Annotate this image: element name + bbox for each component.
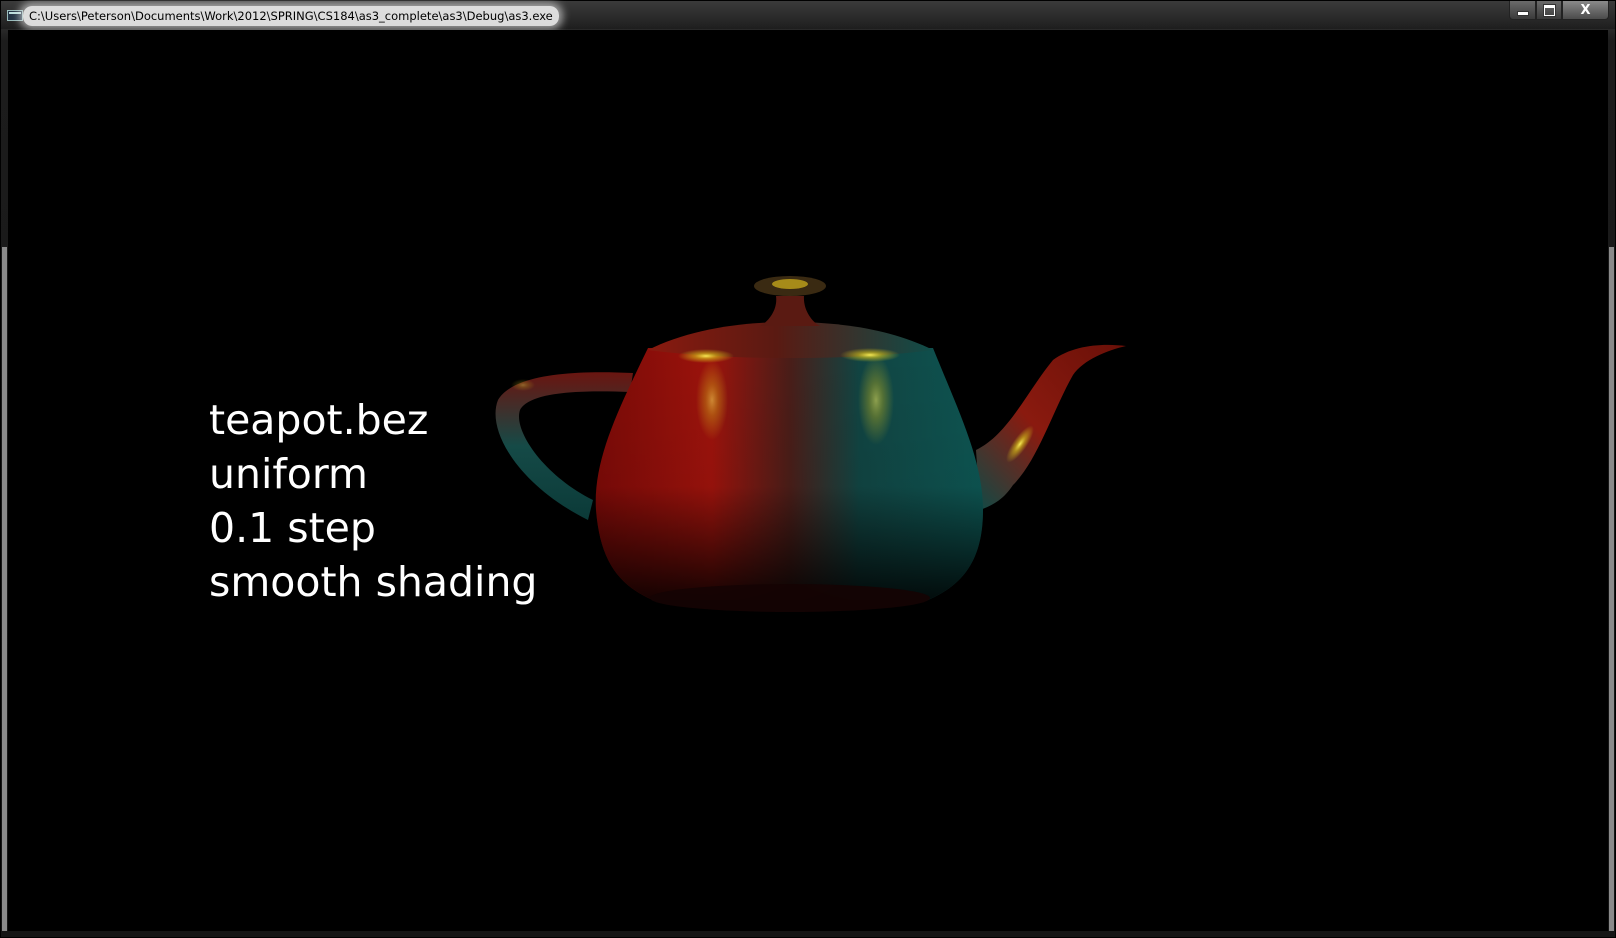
minimize-button[interactable] xyxy=(1509,1,1536,20)
close-button[interactable]: X xyxy=(1562,1,1609,20)
info-filename: teapot.bez xyxy=(209,396,429,444)
right-window-edge xyxy=(1609,247,1614,931)
maximize-button[interactable] xyxy=(1536,1,1562,20)
minimize-icon xyxy=(1516,10,1529,16)
title-bar[interactable]: C:\Users\Peterson\Documents\Work\2012\SP… xyxy=(1,1,1615,29)
application-window: C:\Users\Peterson\Documents\Work\2012\SP… xyxy=(0,0,1616,938)
render-info-overlay: teapot.bez uniform 0.1 step smooth shadi… xyxy=(209,393,537,609)
caption-buttons: X xyxy=(1509,1,1609,21)
teapot-base xyxy=(650,584,930,612)
close-icon: X xyxy=(1580,2,1591,18)
window-title: C:\Users\Peterson\Documents\Work\2012\SP… xyxy=(23,6,559,26)
info-subdivision-mode: uniform xyxy=(209,450,368,498)
specular-highlight-left xyxy=(678,349,734,363)
console-app-icon[interactable] xyxy=(7,10,23,21)
info-step-size: 0.1 step xyxy=(209,504,376,552)
maximize-icon xyxy=(1543,4,1555,16)
left-window-edge xyxy=(2,247,7,931)
teapot-lid-neck xyxy=(760,296,820,326)
opengl-viewport[interactable]: teapot.bez uniform 0.1 step smooth shadi… xyxy=(8,30,1608,931)
info-shading-mode: smooth shading xyxy=(209,558,538,606)
teapot-spout xyxy=(976,344,1126,510)
